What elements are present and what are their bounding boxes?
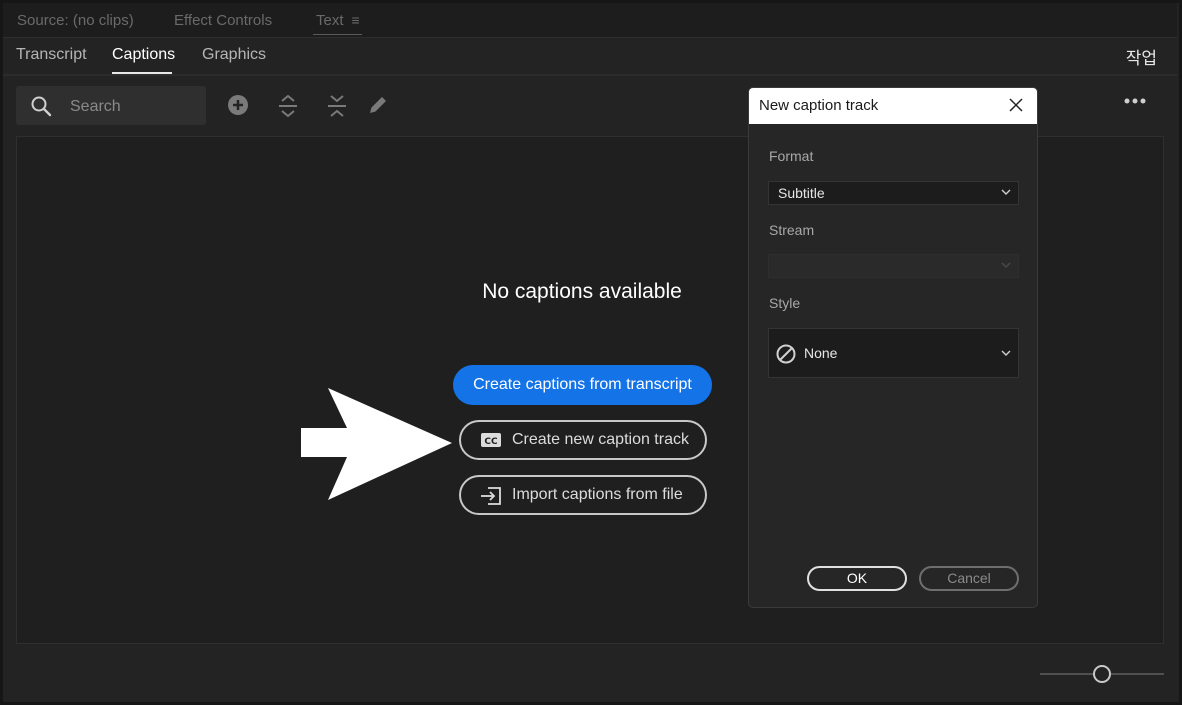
close-icon[interactable] <box>1009 98 1023 112</box>
create-new-caption-track-button[interactable]: CC Create new caption track <box>459 420 707 460</box>
tab-captions[interactable]: Captions <box>112 46 175 64</box>
panel-tab-bar: Source: (no clips) Effect Controls Text ≡ <box>3 3 1177 38</box>
format-select[interactable]: Subtitle <box>768 181 1019 205</box>
import-icon <box>481 487 501 505</box>
search-box[interactable] <box>16 86 206 127</box>
chevron-down-icon <box>1001 350 1011 356</box>
workspace-label[interactable]: 작업 <box>1126 44 1157 69</box>
style-label: Style <box>769 295 801 311</box>
create-captions-from-transcript-button[interactable]: Create captions from transcript <box>453 365 712 405</box>
import-captions-label: Import captions from file <box>512 486 683 503</box>
import-captions-button[interactable]: Import captions from file <box>459 475 707 515</box>
chevron-down-icon <box>1001 189 1011 195</box>
panel-tab-text[interactable]: Text ≡ <box>313 12 362 35</box>
dialog-title: New caption track <box>759 97 879 114</box>
stream-label: Stream <box>769 222 815 238</box>
style-select[interactable]: None <box>768 328 1019 378</box>
search-input[interactable] <box>68 86 202 127</box>
none-icon <box>776 344 796 364</box>
hamburger-menu-icon[interactable]: ≡ <box>352 12 360 28</box>
stream-select[interactable] <box>768 254 1019 278</box>
tab-transcript[interactable]: Transcript <box>16 46 87 64</box>
dialog-title-bar: New caption track <box>749 88 1037 124</box>
active-tab-underline <box>112 72 172 74</box>
style-select-value: None <box>804 345 838 361</box>
new-caption-track-dialog: New caption track Format Subtitle Stream… <box>748 87 1038 608</box>
svg-text:CC: CC <box>484 437 498 447</box>
chevron-down-icon <box>1001 262 1011 268</box>
format-label: Format <box>769 148 814 164</box>
format-select-value: Subtitle <box>778 185 825 201</box>
cancel-button[interactable]: Cancel <box>919 566 1019 591</box>
sub-tab-bar: Transcript Captions Graphics 작업 <box>3 38 1177 76</box>
panel-tab-source[interactable]: Source: (no clips) <box>17 12 134 29</box>
pointer-arrow-icon <box>301 388 452 500</box>
zoom-slider-handle[interactable] <box>1093 665 1111 683</box>
edit-icon[interactable] <box>366 93 390 117</box>
tab-graphics[interactable]: Graphics <box>202 46 266 64</box>
closed-captions-icon: CC <box>481 433 501 447</box>
panel-tab-effect-controls[interactable]: Effect Controls <box>174 12 272 29</box>
expand-icon[interactable] <box>275 93 301 119</box>
ok-button[interactable]: OK <box>807 566 907 591</box>
search-icon <box>31 96 52 117</box>
add-icon[interactable] <box>226 93 250 117</box>
collapse-icon[interactable] <box>324 93 350 119</box>
more-icon[interactable] <box>1124 97 1146 105</box>
create-new-caption-track-label: Create new caption track <box>512 431 689 448</box>
panel-tab-text-label: Text <box>316 12 344 29</box>
